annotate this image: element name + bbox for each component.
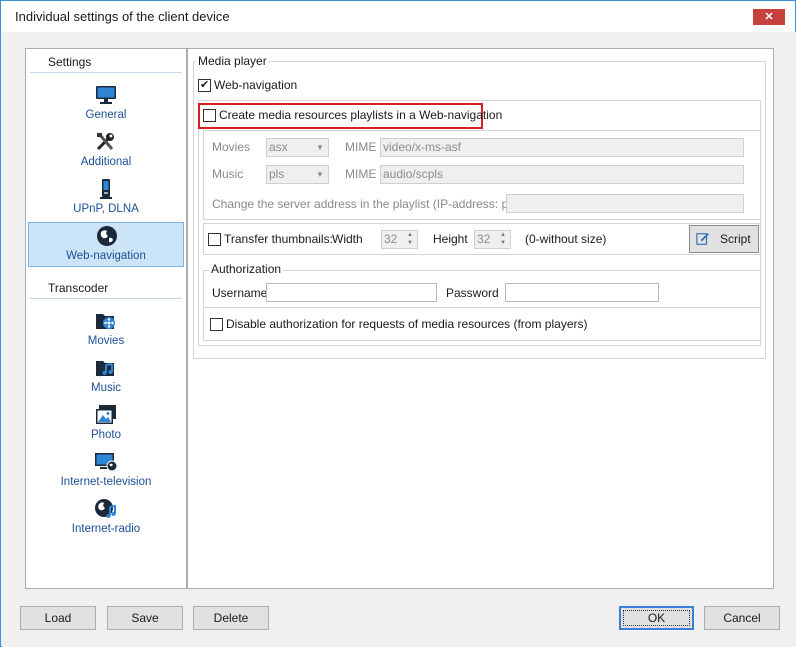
close-button[interactable]: ✕: [753, 9, 785, 25]
nav-item-label: Internet-radio: [71, 523, 141, 535]
globe-icon: [97, 226, 117, 246]
web-navigation-checkbox[interactable]: [198, 78, 211, 92]
cancel-button[interactable]: Cancel: [704, 606, 780, 630]
window-title: Individual settings of the client device: [15, 9, 230, 24]
web-navigation-label: Web-navigation: [214, 78, 298, 92]
nav-item-general[interactable]: General: [28, 82, 184, 127]
nav-item-label: Internet-television: [60, 476, 152, 488]
nav-item-photo[interactable]: Photo: [28, 402, 184, 447]
title-bar: Individual settings of the client device…: [1, 1, 795, 32]
server-address-field[interactable]: [506, 194, 744, 213]
ok-button-label: OK: [647, 611, 666, 625]
disable-authorization-checkbox[interactable]: [210, 318, 223, 331]
close-icon: ✕: [764, 11, 774, 23]
spinner-arrows-icon: ▲ ▼: [407, 232, 413, 246]
script-button[interactable]: Script: [689, 225, 759, 253]
movies-format-select[interactable]: asx ▼: [266, 138, 329, 157]
username-field[interactable]: [266, 283, 437, 302]
photo-icon: [96, 405, 116, 424]
transfer-thumbnails-checkbox[interactable]: [208, 233, 221, 246]
spinner-arrows-icon: ▲ ▼: [500, 232, 506, 246]
nav-panel: Settings General Additional UPnP, DLNA W…: [25, 48, 187, 589]
nav-item-internet-television[interactable]: Internet-television: [28, 449, 184, 494]
authorization-group-title: Authorization: [209, 262, 284, 276]
nav-item-additional[interactable]: Additional: [28, 129, 184, 174]
create-playlists-checkbox[interactable]: [203, 109, 216, 122]
nav-section-transcoder: Transcoder: [48, 281, 109, 295]
nav-item-label: Photo: [90, 429, 122, 441]
music-format-value: pls: [269, 167, 285, 181]
nav-item-label: Web-navigation: [66, 250, 146, 262]
music-folder-icon: [96, 361, 114, 376]
nav-item-web-navigation[interactable]: Web-navigation: [28, 222, 184, 267]
chevron-down-icon: ▼: [316, 170, 324, 179]
monitor-icon: [96, 86, 116, 104]
device-icon: [100, 179, 112, 199]
ok-button[interactable]: OK: [619, 606, 694, 630]
password-label: Password: [446, 286, 499, 300]
save-button[interactable]: Save: [107, 606, 183, 630]
nav-item-label: Music: [90, 382, 122, 394]
movies-label: Movies: [212, 140, 251, 154]
width-label: Width: [332, 232, 363, 246]
height-spinner[interactable]: 32 ▲ ▼: [474, 230, 511, 249]
password-field[interactable]: [505, 283, 659, 302]
load-button[interactable]: Load: [20, 606, 96, 630]
tools-icon: [96, 133, 114, 151]
delete-button[interactable]: Delete: [193, 606, 269, 630]
movies-mime-field[interactable]: video/x-ms-asf: [380, 138, 744, 157]
tv-globe-icon: [95, 453, 118, 472]
movies-format-value: asx: [269, 140, 288, 154]
movies-mime-label: MIME: [345, 140, 377, 154]
music-mime-field[interactable]: audio/scpls: [380, 165, 744, 184]
nav-item-label: UPnP, DLNA: [73, 203, 139, 215]
server-address-label: Change the server address in the playlis…: [212, 197, 527, 211]
transfer-thumbnails-label: Transfer thumbnails:: [224, 232, 333, 246]
username-label: Username: [212, 286, 268, 300]
section-divider: [30, 298, 182, 299]
height-label: Height: [433, 232, 468, 246]
disable-authorization-label: Disable authorization for requests of me…: [226, 317, 588, 331]
radio-globe-icon: [95, 499, 116, 518]
script-button-label: Script: [720, 232, 751, 246]
nav-item-upnp-dlna[interactable]: UPnP, DLNA: [28, 176, 184, 221]
authorization-divider: [203, 307, 761, 308]
chevron-down-icon: ▼: [316, 143, 324, 152]
height-value: 32: [477, 232, 491, 246]
create-playlists-label: Create media resources playlists in a We…: [219, 108, 503, 122]
film-folder-icon: [96, 314, 115, 329]
music-label: Music: [212, 167, 244, 181]
nav-item-label: Additional: [80, 156, 132, 168]
nav-section-settings: Settings: [48, 55, 92, 69]
dialog-window: Individual settings of the client device…: [0, 0, 796, 647]
nav-item-internet-radio[interactable]: Internet-radio: [28, 496, 184, 541]
music-format-select[interactable]: pls ▼: [266, 165, 329, 184]
dialog-body: Settings General Additional UPnP, DLNA W…: [2, 32, 796, 647]
nav-item-music[interactable]: Music: [28, 355, 184, 400]
nav-item-label: Movies: [87, 335, 125, 347]
section-divider: [30, 72, 182, 73]
width-spinner[interactable]: 32 ▲ ▼: [381, 230, 418, 249]
content-panel: Media player Web-navigation Create media…: [187, 48, 774, 589]
media-player-group-title: Media player: [196, 54, 269, 68]
nav-item-label: General: [85, 109, 127, 121]
width-value: 32: [384, 232, 398, 246]
nav-item-movies[interactable]: Movies: [28, 308, 184, 353]
music-mime-label: MIME: [345, 167, 377, 181]
edit-icon: [696, 233, 709, 245]
without-size-note: (0-without size): [525, 232, 607, 246]
